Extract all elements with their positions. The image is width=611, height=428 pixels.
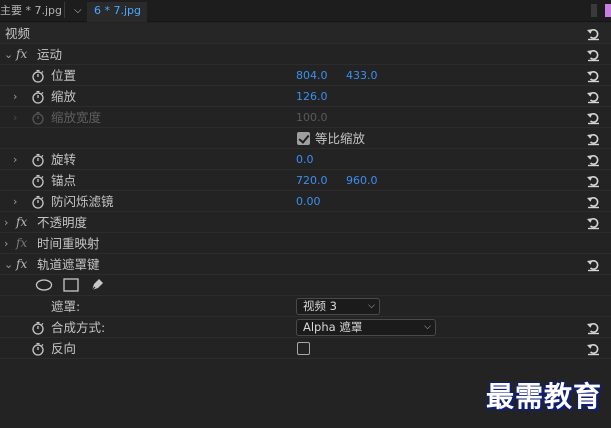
matte-dropdown-value: 视频 3 xyxy=(303,299,337,313)
fx-icon[interactable]: fx xyxy=(16,212,27,233)
scale-width-value: 100.0 xyxy=(296,111,328,124)
chevron-down-icon[interactable]: ⌵ xyxy=(74,0,82,22)
property-matte-row: 遮罩: 视频 3 ⌵ xyxy=(0,296,611,317)
chevron-right-icon[interactable]: › xyxy=(13,191,17,212)
chevron-right-icon[interactable]: › xyxy=(4,212,8,233)
tab-main-sequence[interactable]: 主要 * 7.jpg xyxy=(0,0,62,22)
uniform-scale-label: 等比缩放 xyxy=(315,131,366,146)
uniform-scale-checkbox[interactable] xyxy=(297,132,310,145)
fx-icon: fx xyxy=(16,236,28,250)
reset-icon[interactable] xyxy=(586,320,601,335)
stopwatch-icon[interactable] xyxy=(31,69,45,83)
watermark-logo: 最需教育 xyxy=(486,380,603,413)
effect-track-matte-label: 轨道遮罩键 xyxy=(37,257,100,272)
property-composite-row: 合成方式: Alpha 遮罩 ⌵ xyxy=(0,317,611,338)
property-position-row: 位置 804.0 433.0 xyxy=(0,65,611,86)
property-anchor-row: 锚点 720.0 960.0 xyxy=(0,170,611,191)
property-composite-label: 合成方式: xyxy=(51,320,106,335)
chevron-right-icon[interactable]: › xyxy=(13,149,17,170)
position-x-value[interactable]: 804.0 xyxy=(296,65,328,86)
reset-icon[interactable] xyxy=(586,110,601,125)
timeline-marker-purple xyxy=(605,4,611,17)
effect-time-remap-row[interactable]: › fx 时间重映射 xyxy=(0,233,611,254)
reset-icon[interactable] xyxy=(586,68,601,83)
stopwatch-icon[interactable] xyxy=(31,195,45,209)
reset-icon[interactable] xyxy=(586,257,601,272)
section-video-label: 视频 xyxy=(5,26,31,41)
stopwatch-icon[interactable] xyxy=(31,153,45,167)
chevron-right-icon: › xyxy=(13,111,18,124)
reset-icon[interactable] xyxy=(586,173,601,188)
composite-dropdown-value: Alpha 遮罩 xyxy=(303,320,363,334)
effect-opacity-label: 不透明度 xyxy=(37,215,88,230)
property-anti-flicker-label: 防闪烁滤镜 xyxy=(51,194,114,209)
chevron-down-icon: ⌵ xyxy=(424,322,431,332)
composite-dropdown[interactable]: Alpha 遮罩 ⌵ xyxy=(296,319,436,336)
chevron-down-icon[interactable]: ⌄ xyxy=(4,44,13,65)
mask-tools-row xyxy=(0,275,611,296)
chevron-down-icon[interactable]: ⌄ xyxy=(4,254,13,275)
effect-motion-row[interactable]: ⌄ fx 运动 xyxy=(0,44,611,65)
timeline-marker-gray xyxy=(591,4,597,17)
effect-track-matte-row[interactable]: ⌄ fx 轨道遮罩键 xyxy=(0,254,611,275)
reset-icon[interactable] xyxy=(586,215,601,230)
property-rotation-row: › 旋转 0.0 xyxy=(0,149,611,170)
reset-icon[interactable] xyxy=(586,131,601,146)
reset-icon[interactable] xyxy=(586,26,601,41)
tab-separator xyxy=(64,2,65,18)
property-scale-width-row: › 缩放宽度 100.0 xyxy=(0,107,611,128)
property-scale-row: › 缩放 126.0 xyxy=(0,86,611,107)
stopwatch-icon xyxy=(31,111,45,125)
chevron-right-icon[interactable]: › xyxy=(13,86,17,107)
property-reverse-row: 反向 xyxy=(0,338,611,359)
pen-mask-icon[interactable] xyxy=(89,277,105,293)
property-matte-label: 遮罩: xyxy=(51,299,81,314)
fx-icon[interactable]: fx xyxy=(16,254,27,275)
effect-controls-panel: 主要 * 7.jpg ⌵ 6 * 7.jpg 视频 ⌄ fx 运动 位置 804… xyxy=(0,0,611,428)
position-y-value[interactable]: 433.0 xyxy=(346,65,378,86)
matte-dropdown[interactable]: 视频 3 ⌵ xyxy=(296,298,380,315)
property-anchor-label: 锚点 xyxy=(51,173,77,188)
reset-icon[interactable] xyxy=(586,194,601,209)
tab-bar: 主要 * 7.jpg ⌵ 6 * 7.jpg xyxy=(0,0,611,22)
effect-motion-label: 运动 xyxy=(37,47,63,62)
reverse-checkbox[interactable] xyxy=(297,342,310,355)
property-scale-label: 缩放 xyxy=(51,89,77,104)
anchor-y-value[interactable]: 960.0 xyxy=(346,170,378,191)
chevron-right-icon[interactable]: › xyxy=(4,233,8,254)
stopwatch-icon[interactable] xyxy=(31,342,45,356)
property-rotation-label: 旋转 xyxy=(51,152,77,167)
chevron-down-icon: ⌵ xyxy=(368,301,375,311)
property-reverse-label: 反向 xyxy=(51,341,77,356)
anti-flicker-value[interactable]: 0.00 xyxy=(296,191,321,212)
stopwatch-icon[interactable] xyxy=(31,90,45,104)
rectangle-mask-icon[interactable] xyxy=(63,278,79,292)
property-position-label: 位置 xyxy=(51,68,77,83)
property-uniform-scale-row: 等比缩放 xyxy=(0,128,611,149)
stopwatch-icon[interactable] xyxy=(31,321,45,335)
fx-icon[interactable]: fx xyxy=(16,44,27,65)
effect-time-remap-label: 时间重映射 xyxy=(37,236,100,251)
ellipse-mask-icon[interactable] xyxy=(35,278,53,292)
section-video-header: 视频 xyxy=(0,23,611,44)
tab-active-clip[interactable]: 6 * 7.jpg xyxy=(94,0,141,22)
scale-value[interactable]: 126.0 xyxy=(296,86,328,107)
rotation-value[interactable]: 0.0 xyxy=(296,149,314,170)
property-anti-flicker-row: › 防闪烁滤镜 0.00 xyxy=(0,191,611,212)
property-scale-width-label: 缩放宽度 xyxy=(51,110,102,125)
reset-icon[interactable] xyxy=(586,89,601,104)
stopwatch-icon[interactable] xyxy=(31,174,45,188)
reset-icon[interactable] xyxy=(586,47,601,62)
anchor-x-value[interactable]: 720.0 xyxy=(296,170,328,191)
effect-opacity-row[interactable]: › fx 不透明度 xyxy=(0,212,611,233)
reset-icon[interactable] xyxy=(586,341,601,356)
reset-icon[interactable] xyxy=(586,152,601,167)
